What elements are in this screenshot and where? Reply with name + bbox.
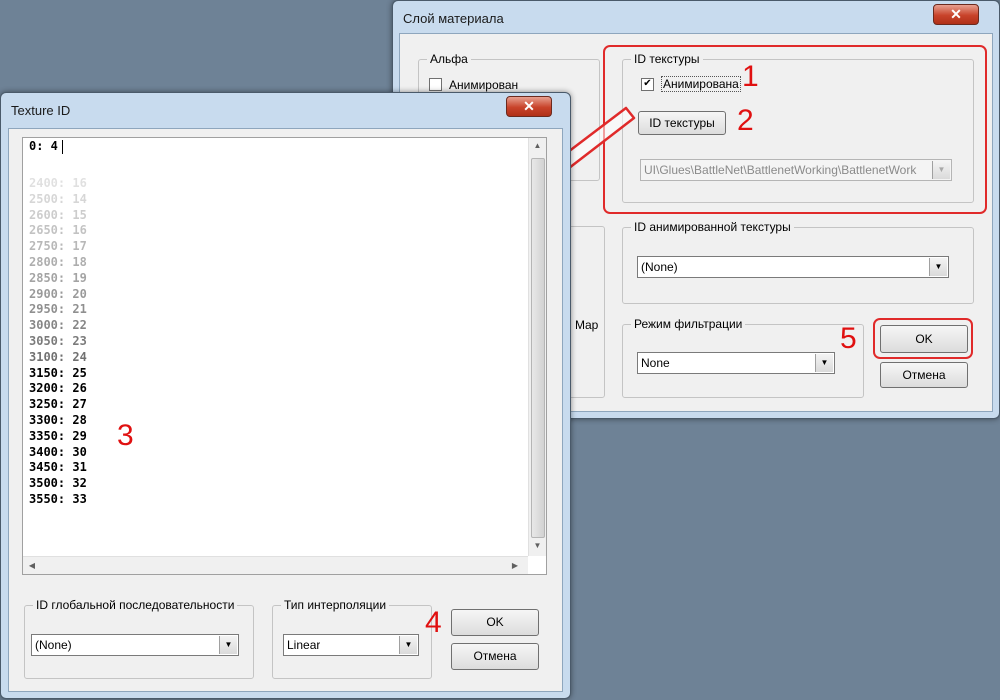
scroll-right-icon[interactable]: ▶: [509, 561, 521, 570]
animated-texture-group-label: ID анимированной текстуры: [631, 220, 794, 234]
alpha-group-label: Альфа: [427, 52, 471, 66]
animated-texture-group: ID анимированной текстуры (None) ▼: [622, 220, 974, 304]
annotation-4: 4: [425, 606, 442, 639]
filter-mode-value: None: [641, 356, 670, 370]
text-line: 3400: 30: [29, 444, 87, 459]
material-close-button[interactable]: ✕: [933, 4, 979, 25]
faded-text-line: 2750: 17: [29, 239, 87, 254]
global-sequence-group: ID глобальной последовательности (None) …: [24, 598, 254, 679]
blend-partial-text: Map: [575, 318, 599, 332]
annotation-1: 1: [742, 60, 759, 93]
faded-text-line: 2650: 16: [29, 223, 87, 238]
faded-text-line: 2500: 14: [29, 191, 87, 206]
interpolation-combo[interactable]: Linear ▼: [283, 634, 419, 656]
scroll-thumb[interactable]: [531, 158, 545, 538]
vertical-scrollbar[interactable]: ▲ ▼: [528, 138, 546, 556]
faded-text-line: 2600: 15: [29, 207, 87, 222]
text-line: 3300: 28: [29, 413, 87, 427]
highlight-ok-button: [873, 318, 973, 359]
texture-client-area: 0: 4 2400: 16 2500: 14 2600: 15 2650: 16 275…: [8, 128, 563, 692]
text-line: 3200: 26: [29, 381, 87, 396]
alpha-animated-label: Анимирован: [449, 78, 519, 92]
scroll-up-icon[interactable]: ▲: [529, 141, 546, 150]
texture-close-button[interactable]: ✕: [506, 96, 552, 117]
filter-mode-group-label: Режим фильтрации: [631, 317, 746, 331]
faded-text-line: 2950: 21: [29, 302, 87, 317]
text-line: 3450: 31: [29, 460, 87, 475]
texture-id-window: Texture ID ✕ 0: 4 2400: 16 2500: 14 2600: …: [0, 92, 571, 699]
faded-text-line: 3000: 22: [29, 318, 87, 333]
scroll-down-icon[interactable]: ▼: [529, 541, 546, 550]
annotation-5: 5: [840, 322, 857, 355]
texture-cancel-button[interactable]: Отмена: [451, 643, 539, 670]
text-line: 3350: 29: [29, 428, 87, 443]
text-line: 3250: 27: [29, 397, 87, 412]
highlight-texture-id-group: [603, 45, 987, 214]
texture-ok-button[interactable]: OK: [451, 609, 539, 636]
interpolation-group: Тип интерполяции Linear ▼: [272, 598, 432, 679]
faded-text-line: 3100: 24: [29, 349, 87, 364]
global-sequence-combo[interactable]: (None) ▼: [31, 634, 239, 656]
scroll-left-icon[interactable]: ◀: [26, 561, 38, 570]
alpha-animated-checkbox[interactable]: [429, 78, 442, 91]
faded-text-line: 3050: 23: [29, 334, 87, 348]
filter-mode-group: Режим фильтрации None ▼: [622, 317, 864, 398]
faded-text-line: 2800: 18: [29, 255, 87, 269]
chevron-down-icon: ▼: [399, 636, 417, 654]
animated-texture-value: (None): [641, 260, 678, 274]
filter-mode-combo[interactable]: None ▼: [637, 352, 835, 374]
text-line: 3150: 25: [29, 365, 87, 380]
annotation-3: 3: [117, 419, 134, 452]
chevron-down-icon: ▼: [219, 636, 237, 654]
interpolation-value: Linear: [287, 638, 321, 652]
faded-text-line: 2850: 19: [29, 270, 87, 285]
text-line: 3500: 32: [29, 476, 87, 491]
interpolation-label: Тип интерполяции: [281, 598, 390, 612]
annotation-2: 2: [737, 104, 754, 137]
material-cancel-button[interactable]: Отмена: [880, 362, 968, 388]
text-line: 3550: 33: [29, 492, 87, 506]
faded-text-line: 2900: 20: [29, 286, 87, 301]
first-line: 0: 4: [29, 139, 58, 153]
text-caret: [62, 140, 63, 154]
faded-text-line: 2400: 16: [29, 176, 87, 190]
global-sequence-value: (None): [35, 638, 72, 652]
close-icon: ✕: [523, 98, 535, 114]
material-window-title: Слой материала: [403, 11, 504, 26]
texture-window-title: Texture ID: [11, 103, 71, 118]
close-icon: ✕: [950, 6, 962, 22]
texture-id-textarea[interactable]: 0: 4 2400: 16 2500: 14 2600: 15 2650: 16 275…: [22, 137, 547, 575]
animated-texture-combo[interactable]: (None) ▼: [637, 256, 949, 278]
chevron-down-icon: ▼: [929, 258, 947, 276]
chevron-down-icon: ▼: [815, 354, 833, 372]
horizontal-scrollbar[interactable]: ◀ ▶: [23, 556, 528, 574]
global-sequence-label: ID глобальной последовательности: [33, 598, 238, 612]
